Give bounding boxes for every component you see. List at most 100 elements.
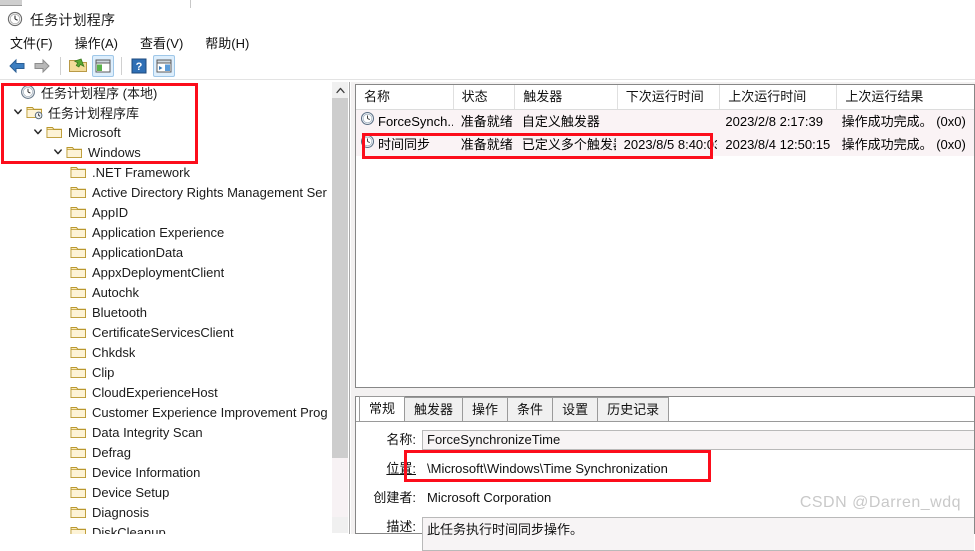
tree-item-net-framework[interactable]: .NET Framework bbox=[0, 162, 333, 182]
tree-item-certificateservicesclient[interactable]: CertificateServicesClient bbox=[0, 322, 333, 342]
folder-icon bbox=[70, 345, 87, 360]
library-folder-icon bbox=[26, 105, 43, 120]
task-next-run bbox=[616, 110, 718, 133]
chevron-down-icon[interactable] bbox=[50, 144, 66, 160]
folder-icon bbox=[70, 425, 87, 440]
menu-action[interactable]: 操作(A) bbox=[73, 32, 120, 53]
tree-item-appxdeploymentclient[interactable]: AppxDeploymentClient bbox=[0, 262, 333, 282]
column-header-last-result[interactable]: 上次运行结果 bbox=[837, 85, 974, 109]
folder-icon bbox=[70, 265, 87, 280]
tab-triggers[interactable]: 触发器 bbox=[404, 397, 464, 421]
menu-file[interactable]: 文件(F) bbox=[8, 32, 55, 53]
console-tree-pane[interactable]: 任务计划程序 (本地) 任务计划程序库 Microsoft Windows .N… bbox=[0, 82, 350, 534]
folder-icon bbox=[70, 185, 87, 200]
tab-settings[interactable]: 设置 bbox=[552, 397, 599, 421]
tree-item-label: CertificateServicesClient bbox=[92, 324, 234, 340]
tree-item-label: Data Integrity Scan bbox=[92, 424, 203, 440]
tree-item-diagnosis[interactable]: Diagnosis bbox=[0, 502, 333, 522]
tree-item-chkdsk[interactable]: Chkdsk bbox=[0, 342, 333, 362]
task-detail-pane: 常规 触发器 操作 条件 设置 历史记录 名称: ForceSynchroniz… bbox=[355, 396, 975, 551]
show-action-pane-icon[interactable] bbox=[153, 54, 175, 77]
tree-list: 任务计划程序 (本地) 任务计划程序库 Microsoft Windows .N… bbox=[0, 82, 333, 534]
tree-item-active-directory-rights-management-ser[interactable]: Active Directory Rights Management Ser bbox=[0, 182, 333, 202]
tree-item-root[interactable]: 任务计划程序 (本地) bbox=[0, 82, 333, 102]
clock-icon bbox=[360, 133, 375, 156]
column-header-status[interactable]: 状态 bbox=[454, 85, 516, 109]
task-list[interactable]: 名称 状态 触发器 下次运行时间 上次运行时间 上次运行结果 ForceSync… bbox=[355, 84, 975, 388]
scroll-up-arrow-icon[interactable] bbox=[332, 82, 348, 98]
name-field-value[interactable]: ForceSynchronizeTime bbox=[422, 430, 974, 450]
author-field-label: 创建者: bbox=[373, 490, 416, 505]
tree-vertical-scrollbar[interactable] bbox=[332, 82, 348, 533]
tree-item-autochk[interactable]: Autochk bbox=[0, 282, 333, 302]
column-header-last-run[interactable]: 上次运行时间 bbox=[720, 85, 838, 109]
description-field-value[interactable]: 此任务执行时间同步操作。 bbox=[422, 517, 974, 551]
tree-item-label: ApplicationData bbox=[92, 244, 184, 260]
menu-view[interactable]: 查看(V) bbox=[138, 32, 185, 53]
tree-item-customer-experience-improvement-prog[interactable]: Customer Experience Improvement Prog bbox=[0, 402, 333, 422]
task-name: 时间同步 bbox=[378, 137, 431, 152]
folder-icon bbox=[70, 325, 87, 340]
tree-item-bluetooth[interactable]: Bluetooth bbox=[0, 302, 333, 322]
task-next-run: 2023/8/5 8:40:03 bbox=[623, 137, 718, 152]
folder-icon bbox=[70, 205, 87, 220]
window-chrome-strip bbox=[0, 0, 975, 8]
tree-item-device-setup[interactable]: Device Setup bbox=[0, 482, 333, 502]
back-arrow-icon[interactable] bbox=[6, 55, 28, 77]
task-list-header: 名称 状态 触发器 下次运行时间 上次运行时间 上次运行结果 bbox=[356, 85, 974, 110]
tree-item-label: AppID bbox=[92, 204, 129, 220]
column-header-triggers[interactable]: 触发器 bbox=[515, 85, 618, 109]
task-last-run: 2023/8/4 12:50:15 bbox=[725, 137, 831, 152]
task-last-result: 操作成功完成。 (0x0) bbox=[841, 137, 966, 152]
tree-item-windows[interactable]: Windows bbox=[0, 142, 333, 162]
scroll-thumb[interactable] bbox=[332, 98, 348, 458]
table-row[interactable]: 时间同步 准备就绪 已定义多个触发器 2023/8/5 8:40:03 2023… bbox=[356, 133, 974, 156]
name-field-label: 名称: bbox=[386, 432, 416, 447]
show-console-tree-icon[interactable] bbox=[92, 54, 114, 77]
tree-item-data-integrity-scan[interactable]: Data Integrity Scan bbox=[0, 422, 333, 442]
folder-icon bbox=[70, 405, 87, 420]
column-header-name[interactable]: 名称 bbox=[356, 85, 454, 109]
tree-item-label: Customer Experience Improvement Prog bbox=[92, 404, 328, 420]
help-icon[interactable]: ? bbox=[128, 55, 150, 77]
tab-history[interactable]: 历史记录 bbox=[597, 397, 670, 421]
scroll-track[interactable] bbox=[332, 458, 348, 517]
tree-item-defrag[interactable]: Defrag bbox=[0, 442, 333, 462]
tree-item-task-scheduler-library[interactable]: 任务计划程序库 bbox=[0, 102, 333, 122]
folder-icon bbox=[70, 445, 87, 460]
field-row-description: 描述: 此任务执行时间同步操作。 bbox=[356, 517, 974, 551]
field-row-location: 位置: \Microsoft\Windows\Time Synchronizat… bbox=[356, 459, 974, 479]
task-status: 准备就绪 bbox=[460, 137, 513, 152]
forward-arrow-icon[interactable] bbox=[31, 55, 53, 77]
description-field-label: 描述: bbox=[386, 519, 416, 534]
location-field-label[interactable]: 位置: bbox=[356, 459, 422, 479]
tree-item-appid[interactable]: AppID bbox=[0, 202, 333, 222]
tree-item-diskcleanup[interactable]: DiskCleanup bbox=[0, 522, 333, 534]
tree-item-cloudexperiencehost[interactable]: CloudExperienceHost bbox=[0, 382, 333, 402]
tree-item-clip[interactable]: Clip bbox=[0, 362, 333, 382]
menu-help[interactable]: 帮助(H) bbox=[203, 32, 251, 53]
folder-icon bbox=[70, 305, 87, 320]
column-header-next-run[interactable]: 下次运行时间 bbox=[618, 85, 721, 109]
window-chrome-separator bbox=[190, 0, 191, 8]
tree-item-label: AppxDeploymentClient bbox=[92, 264, 225, 280]
tab-conditions[interactable]: 条件 bbox=[507, 397, 554, 421]
tree-item-application-experience[interactable]: Application Experience bbox=[0, 222, 333, 242]
table-row[interactable]: ForceSynch... 准备就绪 自定义触发器 2023/2/8 2:17:… bbox=[356, 110, 974, 133]
watermark: CSDN @Darren_wdq bbox=[799, 494, 961, 511]
clock-icon bbox=[7, 11, 23, 30]
tree-item-device-information[interactable]: Device Information bbox=[0, 462, 333, 482]
tree-item-applicationdata[interactable]: ApplicationData bbox=[0, 242, 333, 262]
tree-item-label: Autochk bbox=[92, 284, 139, 300]
tab-general[interactable]: 常规 bbox=[359, 396, 406, 421]
task-name: ForceSynch... bbox=[378, 114, 453, 129]
task-triggers: 自定义触发器 bbox=[521, 114, 600, 129]
field-row-name: 名称: ForceSynchronizeTime bbox=[356, 430, 974, 450]
folder-icon bbox=[70, 285, 87, 300]
tab-actions[interactable]: 操作 bbox=[462, 397, 509, 421]
chevron-down-icon[interactable] bbox=[10, 104, 26, 120]
clock-icon bbox=[20, 84, 36, 100]
tree-item-microsoft[interactable]: Microsoft bbox=[0, 122, 333, 142]
new-folder-icon[interactable] bbox=[67, 55, 89, 77]
chevron-down-icon[interactable] bbox=[30, 124, 46, 140]
